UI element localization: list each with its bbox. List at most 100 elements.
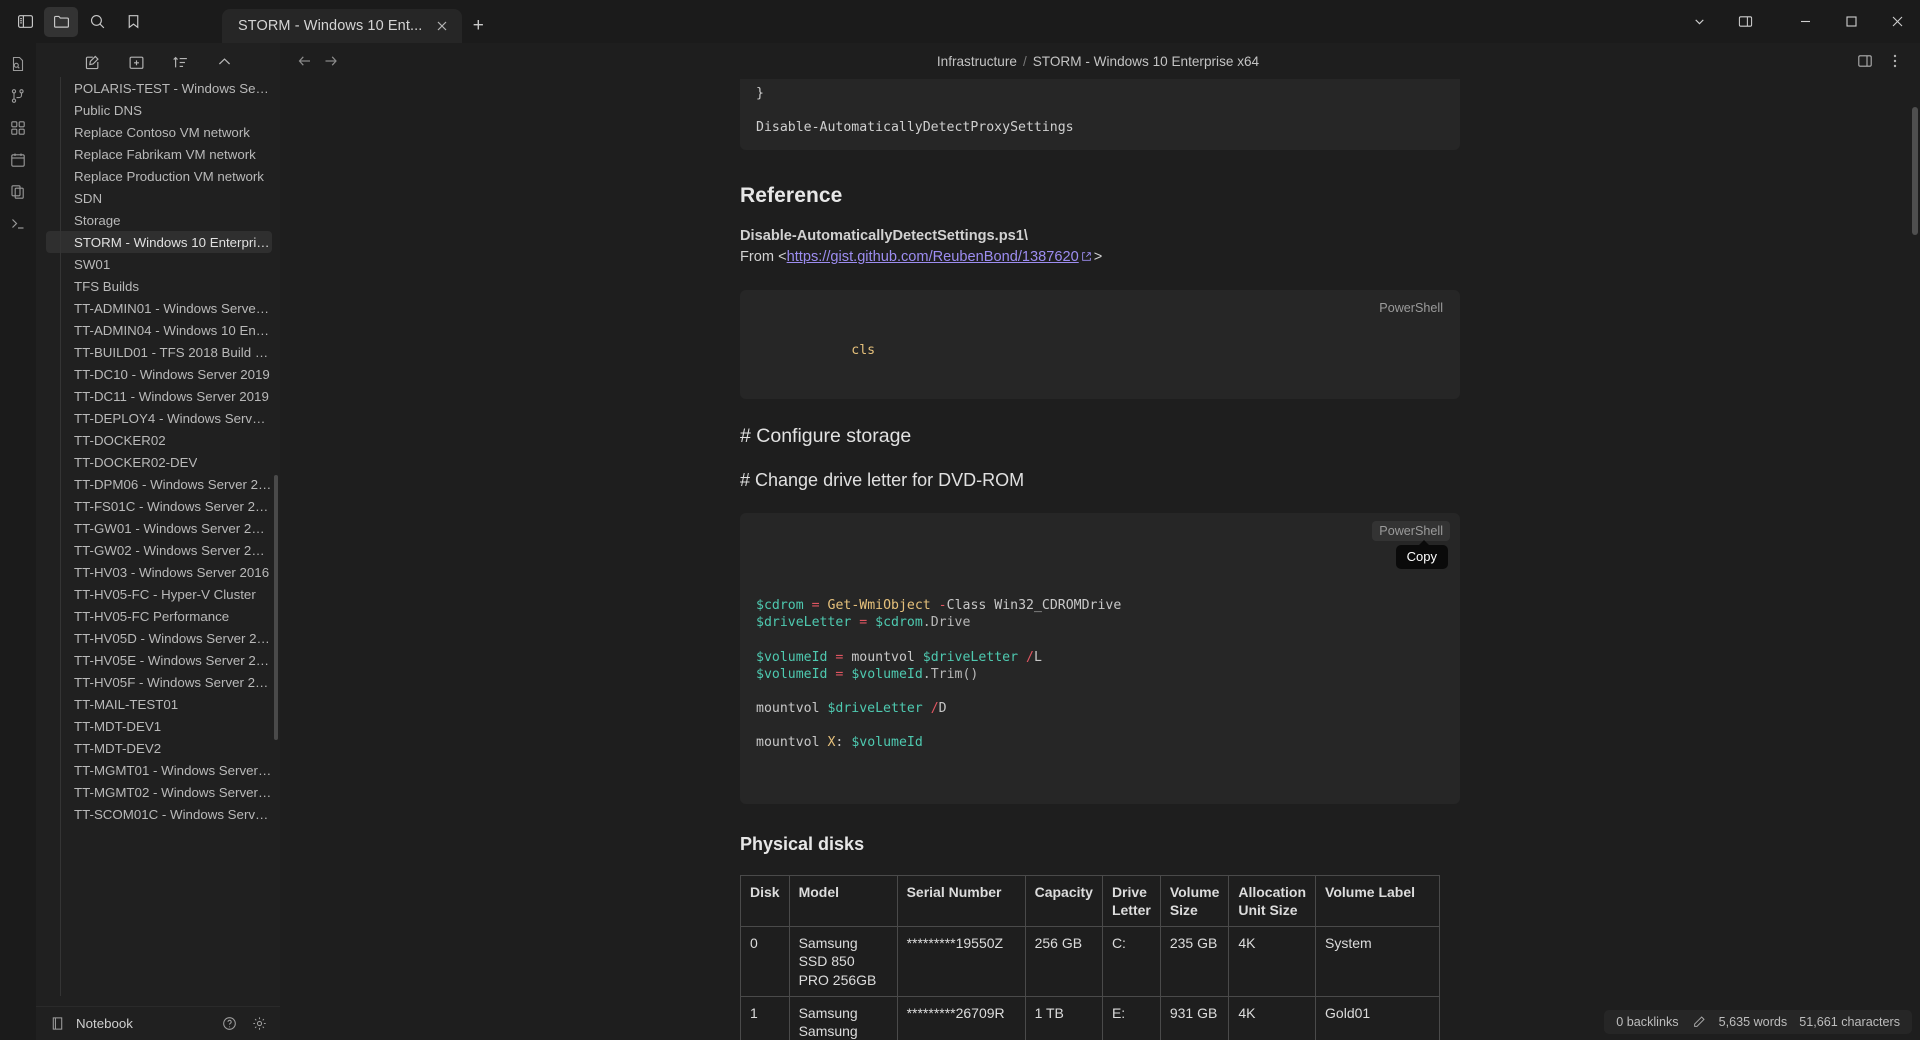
close-icon[interactable] bbox=[432, 16, 452, 36]
sidebar-item-label: TT-DC10 - Windows Server 2019 bbox=[74, 366, 270, 382]
sidebar-item[interactable]: TT-HV05F - Windows Server 2019 bbox=[46, 671, 272, 693]
sidebar-item[interactable]: TT-ADMIN01 - Windows Server 2019 bbox=[46, 297, 272, 319]
sidebar-item[interactable]: STORM - Windows 10 Enterprise x64 bbox=[46, 231, 272, 253]
minimize-button[interactable] bbox=[1782, 0, 1828, 43]
code-block-powershell[interactable]: PowerShell Copy $cdrom = Get-WmiObject -… bbox=[740, 512, 1460, 804]
calendar-icon[interactable] bbox=[3, 145, 33, 175]
sidebar-item[interactable]: Replace Production VM network bbox=[46, 165, 272, 187]
chevron-down-icon[interactable] bbox=[1676, 0, 1722, 43]
sidebar-item[interactable]: TT-HV05E - Windows Server 2019 bbox=[46, 649, 272, 671]
code-block-proxy[interactable]: } Disable-AutomaticallyDetectProxySettin… bbox=[740, 79, 1460, 151]
sidebar-item[interactable]: SW01 bbox=[46, 253, 272, 275]
sidebar-item[interactable]: TT-MGMT02 - Windows Server 2016 bbox=[46, 781, 272, 803]
code-line: $volumeId = mountvol $driveLetter /L bbox=[756, 649, 1444, 666]
code-token: .Trim() bbox=[922, 666, 979, 682]
breadcrumb-current[interactable]: STORM - Windows 10 Enterprise x64 bbox=[1033, 54, 1259, 69]
sidebar-item[interactable]: TT-BUILD01 - TFS 2018 Build Server bbox=[46, 341, 272, 363]
sidebar-scrollbar[interactable] bbox=[274, 475, 278, 740]
maximize-button[interactable] bbox=[1828, 0, 1874, 43]
collapse-all-icon[interactable] bbox=[213, 51, 235, 73]
sidebar-item[interactable]: TT-HV05D - Windows Server 2019 bbox=[46, 627, 272, 649]
sidebar-item[interactable]: Replace Contoso VM network bbox=[46, 121, 272, 143]
notebook-list[interactable]: POLARIS-TEST - Windows Server 20... Publi… bbox=[36, 77, 280, 1006]
code-token: $driveLetter bbox=[922, 649, 1019, 665]
close-button[interactable] bbox=[1874, 0, 1920, 43]
sidebar-item[interactable]: TT-MGMT01 - Windows Server 2016 bbox=[46, 759, 272, 781]
sidebar-item[interactable]: TT-SCOM01C - Windows Server 2019 bbox=[46, 803, 272, 825]
sidebar-item[interactable]: Replace Fabrikam VM network bbox=[46, 143, 272, 165]
table-body: 0 Samsung SSD 850 PRO 256GB *********19550… bbox=[740, 926, 1440, 1040]
title-bar: STORM - Windows 10 Ent... + bbox=[0, 0, 1920, 43]
file-search-icon[interactable] bbox=[3, 49, 33, 79]
sidebar-item[interactable]: Storage bbox=[46, 209, 272, 231]
more-options-icon[interactable] bbox=[1882, 48, 1908, 74]
sidebar-item[interactable]: TT-DOCKER02-DEV bbox=[46, 451, 272, 473]
code-block-cls[interactable]: PowerShell cls bbox=[740, 289, 1460, 399]
sidebar-item[interactable]: SDN bbox=[46, 187, 272, 209]
table-cell: 0 bbox=[740, 926, 790, 997]
sidebar-item[interactable]: TT-HV05-FC - Hyper-V Cluster bbox=[46, 583, 272, 605]
sidebar-item[interactable]: TT-ADMIN04 - Windows 10 Enterpr... bbox=[46, 319, 272, 341]
code-token: .Drive bbox=[922, 615, 971, 631]
code-token: / bbox=[1026, 649, 1034, 665]
search-icon[interactable] bbox=[80, 7, 114, 37]
sidebar-item[interactable]: TT-GW01 - Windows Server 2016 bbox=[46, 517, 272, 539]
pencil-icon[interactable] bbox=[1691, 1014, 1707, 1030]
git-branch-icon[interactable] bbox=[3, 81, 33, 111]
new-note-icon[interactable] bbox=[81, 51, 103, 73]
sidebar-item[interactable]: TT-DOCKER02 bbox=[46, 429, 272, 451]
table-column-header: Volume Label bbox=[1315, 874, 1440, 928]
backlinks-count[interactable]: 0 backlinks bbox=[1616, 1015, 1678, 1029]
sidebar-item-label: TT-ADMIN04 - Windows 10 Enterpr... bbox=[74, 322, 272, 338]
sidebar-item[interactable]: TT-DPM06 - Windows Server 2019 bbox=[46, 473, 272, 495]
gist-link[interactable]: https://gist.github.com/ReubenBond/13876… bbox=[787, 249, 1079, 265]
copy-files-icon[interactable] bbox=[3, 177, 33, 207]
sidebar-item-label: SW01 bbox=[74, 256, 111, 272]
sidebar-item[interactable]: TT-HV05-FC Performance bbox=[46, 605, 272, 627]
sidebar-item-label: TT-DC11 - Windows Server 2019 bbox=[74, 388, 269, 404]
sidebar-item[interactable]: TFS Builds bbox=[46, 275, 272, 297]
new-tab-button[interactable]: + bbox=[462, 9, 494, 43]
sidebar-item[interactable]: TT-MDT-DEV2 bbox=[46, 737, 272, 759]
toggle-sidebar-icon[interactable] bbox=[8, 7, 42, 37]
code-token: $volumeId bbox=[756, 649, 828, 665]
sidebar-item[interactable]: TT-GW02 - Windows Server 2012 R2 bbox=[46, 539, 272, 561]
sidebar-item[interactable]: TT-DC11 - Windows Server 2019 bbox=[46, 385, 272, 407]
grid-icon[interactable] bbox=[3, 113, 33, 143]
book-view-icon[interactable] bbox=[1852, 48, 1878, 74]
split-panel-icon[interactable] bbox=[1722, 0, 1768, 43]
code-line: $driveLetter = $cdrom.Drive bbox=[756, 614, 1444, 631]
sidebar-item[interactable]: TT-DC10 - Windows Server 2019 bbox=[46, 363, 272, 385]
sidebar-item[interactable]: Public DNS bbox=[46, 99, 272, 121]
forward-arrow-icon[interactable] bbox=[318, 48, 344, 74]
sidebar-item[interactable]: POLARIS-TEST - Windows Server 20... bbox=[46, 77, 272, 99]
breadcrumb-root[interactable]: Infrastructure bbox=[937, 54, 1017, 69]
sidebar-item[interactable]: TT-MAIL-TEST01 bbox=[46, 693, 272, 715]
sidebar-item-label: TT-GW01 - Windows Server 2016 bbox=[74, 520, 272, 536]
document-scroll-area[interactable]: } Disable-AutomaticallyDetectProxySettin… bbox=[280, 79, 1920, 1040]
bookmark-icon[interactable] bbox=[116, 7, 150, 37]
sidebar-item[interactable]: TT-HV03 - Windows Server 2016 bbox=[46, 561, 272, 583]
code-token: mountvol bbox=[843, 649, 923, 665]
sidebar-item[interactable]: TT-DEPLOY4 - Windows Server 2016 bbox=[46, 407, 272, 429]
tab-storm[interactable]: STORM - Windows 10 Ent... bbox=[222, 9, 463, 43]
terminal-icon[interactable] bbox=[3, 209, 33, 239]
gear-icon[interactable] bbox=[248, 1013, 270, 1035]
sidebar-item[interactable]: TT-FS01C - Windows Server 2022 bbox=[46, 495, 272, 517]
notebook-items: POLARIS-TEST - Windows Server 20... Publi… bbox=[46, 77, 280, 825]
help-icon[interactable] bbox=[218, 1013, 240, 1035]
sidebar-item-label: TT-MGMT02 - Windows Server 2016 bbox=[74, 784, 272, 800]
back-arrow-icon[interactable] bbox=[292, 48, 318, 74]
code-line: $volumeId = $volumeId.Trim() bbox=[756, 666, 1444, 683]
folder-icon[interactable] bbox=[44, 6, 78, 37]
code-language-label[interactable]: PowerShell bbox=[1372, 520, 1450, 541]
sidebar-item-label: TT-GW02 - Windows Server 2012 R2 bbox=[74, 542, 272, 558]
new-folder-icon[interactable] bbox=[125, 51, 147, 73]
sidebar-item[interactable]: TT-MDT-DEV1 bbox=[46, 715, 272, 737]
editor-scrollbar[interactable] bbox=[1912, 107, 1918, 235]
sidebar-item-label: TT-DOCKER02 bbox=[74, 432, 166, 448]
sort-icon[interactable] bbox=[169, 51, 191, 73]
